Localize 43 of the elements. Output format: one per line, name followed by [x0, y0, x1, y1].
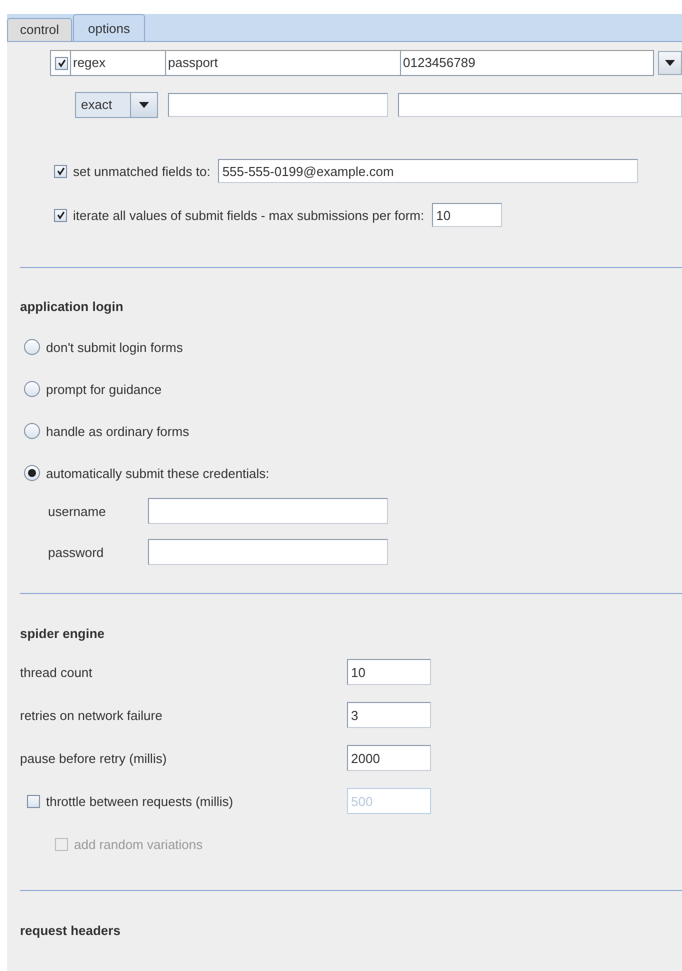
setting-label: retries on network failure [20, 708, 164, 722]
field-label: username [48, 504, 107, 518]
field-label: password [48, 544, 105, 560]
table-cell: 0123456789 [400, 51, 654, 75]
section-title: request headers [20, 923, 122, 939]
input-field[interactable]: 10 [432, 203, 502, 227]
checkbox-label: iterate all values of submit fields - max submissions per form: [73, 208, 424, 222]
input-field[interactable] [398, 93, 682, 117]
checkbox-label: throttle between requests (millis) [46, 794, 234, 808]
setting-label: pause before retry (millis) [20, 750, 168, 766]
input-field[interactable] [168, 93, 388, 117]
radio-button[interactable] [24, 381, 40, 397]
caret-icon [665, 60, 676, 66]
tab[interactable]: control [7, 18, 72, 41]
dropdown-button[interactable] [658, 51, 682, 75]
checkbox-label: set unmatched fields to: [73, 164, 210, 178]
checkbox[interactable] [55, 56, 68, 70]
caret-icon [139, 102, 150, 108]
table-cell: passport [165, 51, 400, 75]
radio-label: don't submit login forms [46, 340, 183, 354]
checkbox[interactable] [54, 164, 67, 178]
input-field[interactable]: 2000 [347, 745, 431, 771]
input-field[interactable] [148, 498, 388, 524]
radio-button[interactable] [24, 465, 40, 481]
radio-button[interactable] [24, 339, 40, 355]
checkbox-label: add random variations [74, 836, 203, 852]
input-field[interactable]: 3 [347, 702, 431, 728]
radio-label: automatically submit these credentials: [46, 466, 270, 480]
input-field[interactable] [148, 539, 388, 565]
match-type-dropdown[interactable]: exact [75, 92, 158, 118]
radio-label: prompt for guidance [46, 382, 162, 396]
tab[interactable]: options [73, 14, 145, 41]
section-title: application login [20, 299, 124, 315]
setting-label: thread count [20, 664, 94, 680]
table-cell: regex [70, 51, 165, 75]
radio-button[interactable] [24, 423, 40, 439]
checkbox[interactable] [27, 794, 40, 808]
input-field[interactable]: 555-555-0199@example.com [218, 159, 638, 183]
table-row[interactable]: regex passport 0123456789 [50, 50, 654, 76]
radio-label: handle as ordinary forms [46, 424, 190, 438]
input-field[interactable]: 10 [347, 659, 431, 685]
section-title: spider engine [20, 626, 106, 642]
checkbox[interactable] [54, 208, 67, 222]
